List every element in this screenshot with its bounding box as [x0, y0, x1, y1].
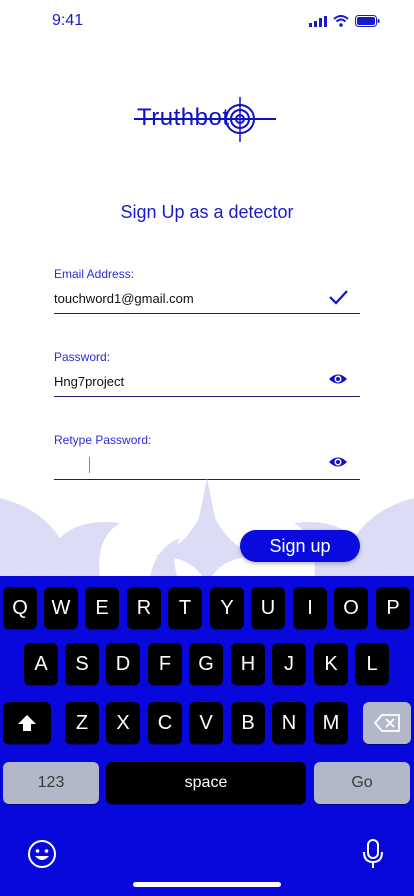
key-a[interactable]: A — [24, 643, 58, 685]
email-field[interactable]: touchword1@gmail.com — [54, 291, 194, 306]
numbers-key[interactable]: 123 — [3, 762, 99, 804]
key-t[interactable]: T — [168, 587, 202, 629]
key-h[interactable]: H — [231, 643, 265, 685]
key-w[interactable]: W — [44, 587, 78, 629]
key-r[interactable]: R — [127, 587, 161, 629]
key-v[interactable]: V — [189, 702, 223, 744]
sign-up-button[interactable]: Sign up — [240, 530, 360, 562]
key-n[interactable]: N — [272, 702, 306, 744]
key-p[interactable]: P — [376, 587, 410, 629]
eye-icon[interactable] — [328, 452, 348, 472]
key-i[interactable]: I — [293, 587, 327, 629]
status-icons — [309, 15, 380, 27]
home-indicator[interactable] — [133, 882, 281, 887]
key-m[interactable]: M — [314, 702, 348, 744]
email-label: Email Address: — [54, 267, 135, 281]
key-b[interactable]: B — [231, 702, 265, 744]
password-underline — [54, 396, 360, 397]
keyboard: Q W E R T Y U I O P A S D F G H J K L Z … — [0, 576, 414, 896]
key-e[interactable]: E — [85, 587, 119, 629]
email-underline — [54, 313, 360, 314]
target-icon — [225, 97, 255, 142]
decorative-pattern — [0, 478, 414, 578]
key-s[interactable]: S — [65, 643, 99, 685]
retype-password-field[interactable] — [54, 457, 324, 475]
password-field[interactable]: Hng7project — [54, 374, 124, 389]
key-z[interactable]: Z — [65, 702, 99, 744]
shift-icon — [18, 715, 36, 731]
key-g[interactable]: G — [189, 643, 223, 685]
key-x[interactable]: X — [106, 702, 140, 744]
wifi-icon — [333, 15, 349, 27]
page-title: Sign Up as a detector — [120, 202, 294, 222]
signal-icon — [309, 15, 327, 27]
key-d[interactable]: D — [106, 643, 140, 685]
emoji-icon[interactable] — [27, 839, 57, 869]
checkmark-icon — [329, 290, 348, 305]
backspace-key[interactable] — [363, 702, 411, 744]
key-c[interactable]: C — [148, 702, 182, 744]
truthbot-logo: Truthbot — [0, 96, 414, 144]
go-key[interactable]: Go — [314, 762, 410, 804]
key-y[interactable]: Y — [210, 587, 244, 629]
text-cursor — [89, 457, 90, 473]
eye-icon[interactable] — [328, 369, 348, 389]
battery-icon — [355, 15, 380, 27]
retype-password-label: Retype Password: — [54, 433, 152, 447]
status-time: 9:41 — [52, 12, 84, 29]
key-u[interactable]: U — [251, 587, 285, 629]
backspace-icon — [373, 714, 400, 732]
microphone-icon[interactable] — [362, 838, 384, 870]
key-f[interactable]: F — [148, 643, 182, 685]
space-key[interactable]: space — [106, 762, 306, 804]
key-o[interactable]: O — [334, 587, 368, 629]
key-j[interactable]: J — [272, 643, 306, 685]
password-label: Password: — [54, 350, 111, 364]
key-l[interactable]: L — [355, 643, 389, 685]
key-k[interactable]: K — [314, 643, 348, 685]
key-q[interactable]: Q — [3, 587, 37, 629]
shift-key[interactable] — [3, 702, 51, 744]
